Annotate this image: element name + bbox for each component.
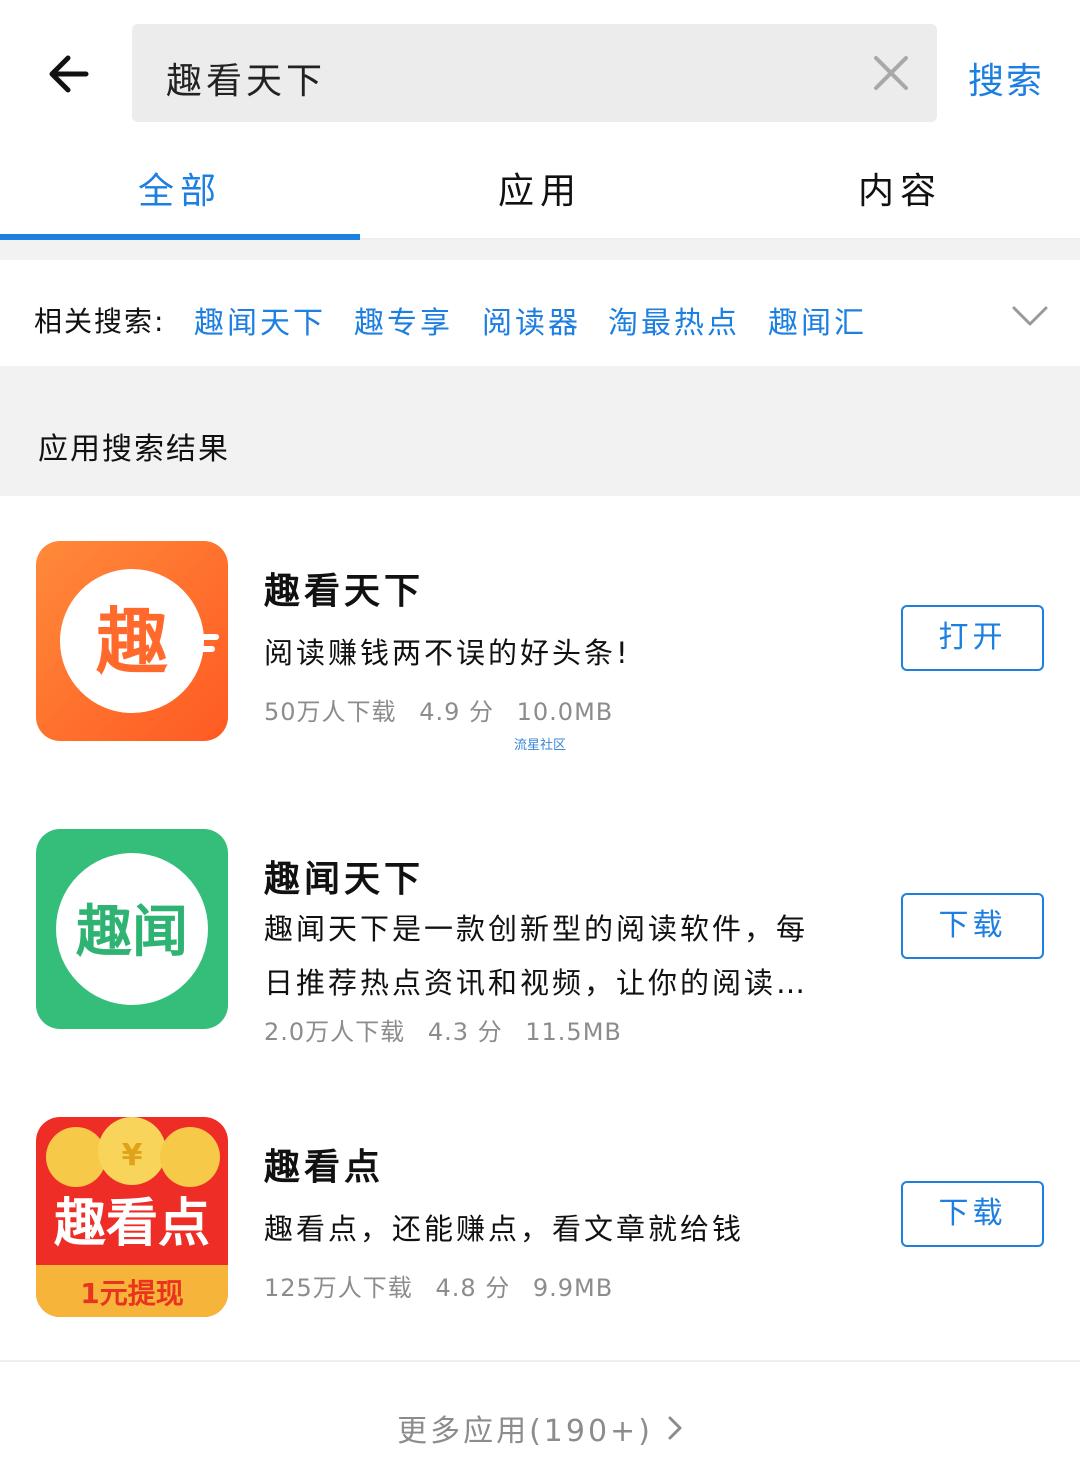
svg-text:1元提现: 1元提现 (80, 1277, 183, 1310)
related-searches: 相关搜索: 趣闻天下 趣专享 阅读器 淘最热点 趣闻汇 (0, 260, 1080, 366)
clear-search-button[interactable] (872, 54, 910, 92)
chevron-right-icon (667, 1414, 683, 1449)
app-description: 阅读赚钱两不误的好头条! (264, 636, 631, 670)
section-title: 应用搜索结果 (38, 432, 230, 467)
back-button[interactable] (40, 44, 96, 104)
app-rating: 4.3 分 (427, 1018, 503, 1046)
app-meta: 125万人下载 4.8 分 9.9MB (264, 1268, 627, 1303)
result-tabs: 全部 应用 内容 (0, 140, 1080, 240)
more-apps-label: 更多应用(190+) (397, 1414, 653, 1449)
app-size: 11.5MB (525, 1018, 622, 1046)
tab-apps[interactable]: 应用 (360, 162, 720, 214)
app-downloads: 2.0万人下载 (264, 1018, 406, 1046)
watermark-text: 流星社区 (514, 738, 567, 753)
related-search-item[interactable]: 趣专享 (354, 298, 453, 342)
app-icon-qukandian: ¥ 趣看点 1元提现 (36, 1117, 228, 1317)
search-query-text[interactable]: 趣看天下 (166, 52, 326, 104)
close-icon (874, 56, 908, 90)
expand-related-button[interactable] (1010, 304, 1050, 328)
more-apps-footer: 更多应用(190+) (0, 1360, 1080, 1483)
app-downloads: 50万人下载 (264, 698, 397, 726)
related-search-item[interactable]: 趣闻汇 (768, 298, 867, 342)
related-search-item[interactable]: 淘最热点 (608, 298, 740, 342)
download-button[interactable]: 下载 (901, 1181, 1044, 1247)
open-app-button[interactable]: 打开 (901, 605, 1044, 671)
svg-text:趣看点: 趣看点 (54, 1194, 210, 1254)
app-description: 趣看点，还能赚点，看文章就给钱 (264, 1212, 745, 1246)
tab-all[interactable]: 全部 (0, 162, 360, 214)
app-rating: 4.8 分 (435, 1274, 511, 1302)
app-name: 趣看天下 (264, 571, 425, 612)
related-search-item[interactable]: 趣闻天下 (194, 298, 326, 342)
app-size: 9.9MB (532, 1274, 614, 1302)
app-name: 趣闻天下 (264, 859, 425, 900)
related-search-item[interactable]: 阅读器 (482, 298, 581, 342)
search-header: 趣看天下 搜索 (0, 0, 1080, 140)
app-size: 10.0MB (516, 698, 614, 726)
section-divider (0, 240, 1080, 260)
svg-text:趣: 趣 (96, 600, 168, 684)
app-results-header: 应用搜索结果 (0, 366, 1080, 496)
related-searches-label: 相关搜索: (34, 305, 166, 338)
app-icon-quwentianxia: 趣闻 (36, 829, 228, 1029)
app-meta: 2.0万人下载 4.3 分 11.5MB (264, 1012, 636, 1047)
app-list-item[interactable]: ¥ 趣看点 1元提现 趣看点 趣看点，还能赚点，看文章就给钱 125万人下载 4… (0, 1072, 1080, 1360)
svg-text:¥: ¥ (122, 1138, 143, 1173)
app-meta: 50万人下载 4.9 分 10.0MB (264, 692, 627, 727)
app-downloads: 125万人下载 (264, 1274, 413, 1302)
app-description: 趣闻天下是一款创新型的阅读软件，每日推荐热点资讯和视频，让你的阅读… (264, 912, 809, 1000)
app-name: 趣看点 (264, 1147, 385, 1188)
app-rating: 4.9 分 (419, 698, 494, 726)
download-button[interactable]: 下载 (901, 893, 1044, 959)
tab-content[interactable]: 内容 (720, 162, 1080, 214)
app-icon-qukantianxia: 趣 (36, 541, 228, 741)
chevron-down-icon (1012, 306, 1048, 326)
svg-text:趣闻: 趣闻 (76, 900, 188, 965)
search-input[interactable]: 趣看天下 (132, 24, 937, 122)
app-list-item[interactable]: 趣闻 趣闻天下 趣闻天下是一款创新型的阅读软件，每日推荐热点资讯和视频，让你的阅… (0, 784, 1080, 1072)
arrow-left-icon (49, 55, 89, 93)
more-apps-link[interactable]: 更多应用(190+) (0, 1406, 1080, 1450)
search-button[interactable]: 搜索 (968, 52, 1044, 104)
